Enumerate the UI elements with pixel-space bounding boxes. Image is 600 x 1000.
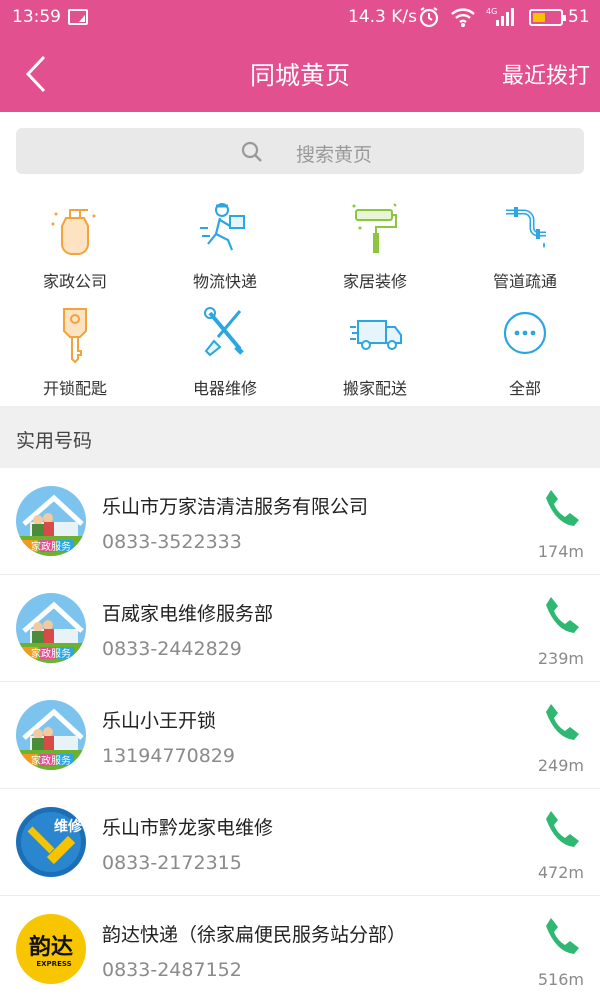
- listing-distance: 472m: [537, 863, 584, 882]
- category-label: 物流快递: [192, 272, 257, 291]
- listing-distance: 516m: [537, 970, 584, 989]
- status-time: 13:59: [12, 7, 61, 27]
- spray-bottle-icon: [51, 209, 96, 255]
- phone-call-icon[interactable]: [543, 595, 579, 635]
- avatar-text: 韵达: [29, 934, 73, 960]
- housekeeping-avatar: 家政服务: [16, 700, 86, 770]
- alarm-icon: [418, 6, 440, 33]
- courier-runner-icon: [200, 203, 245, 251]
- category-label: 搬家配送: [342, 379, 407, 398]
- listing-phone: 0833-2487152: [102, 959, 242, 981]
- housekeeping-avatar: 家政服务: [16, 593, 86, 663]
- network-type: 4G: [486, 7, 497, 16]
- signal-icon: 4G: [486, 5, 518, 34]
- search-icon: [240, 140, 264, 169]
- network-speed: 14.3 K/s: [348, 7, 417, 27]
- listing-distance: 239m: [537, 649, 584, 668]
- category-housekeeping[interactable]: 家政公司: [0, 192, 150, 299]
- listing-name: 乐山小王开锁: [102, 710, 217, 732]
- category-locksmith[interactable]: 开锁配匙: [0, 299, 150, 406]
- category-decoration[interactable]: 家居装修: [300, 192, 450, 299]
- search-placeholder: 搜索黄页: [296, 144, 373, 166]
- yunda-logo: 韵达 EXPRESS: [16, 914, 86, 984]
- top-bar: 13:59 14.3 K/s 4G 51 同城黄页 最近拨打: [0, 0, 600, 112]
- truck-icon: [350, 320, 402, 350]
- list-item[interactable]: 家政服务 百威家电维修服务部 0833-2442829 239m: [0, 575, 600, 682]
- battery-percent: 51: [568, 7, 590, 27]
- more-icon: [503, 311, 547, 355]
- list-item[interactable]: 韵达 EXPRESS 韵达快递（徐家扁便民服务站分部） 0833-2487152…: [0, 896, 600, 1000]
- image-notification-icon: [68, 9, 88, 25]
- section-title: 实用号码: [16, 430, 93, 452]
- listing-distance: 249m: [537, 756, 584, 775]
- nav-bar: 同城黄页 最近拨打: [0, 36, 600, 112]
- avatar-text: 家政服务: [31, 647, 71, 660]
- phone-call-icon[interactable]: [543, 702, 579, 742]
- tools-icon: [204, 307, 244, 357]
- status-bar: 13:59 14.3 K/s 4G 51: [0, 0, 600, 36]
- category-logistics[interactable]: 物流快递: [150, 192, 300, 299]
- list-item[interactable]: 维修 乐山市黔龙家电维修 0833-2172315 472m: [0, 789, 600, 896]
- phone-call-icon[interactable]: [543, 809, 579, 849]
- listing-name: 乐山市万家洁清洁服务有限公司: [102, 496, 369, 518]
- category-label: 家政公司: [42, 272, 107, 291]
- category-grid: 家政公司 物流快递 家居装修 管道疏通 开锁配匙 电器维修 搬家配送 全部: [0, 192, 600, 406]
- section-header: 实用号码: [0, 406, 600, 468]
- category-label: 全部: [508, 379, 541, 398]
- listing-name: 乐山市黔龙家电维修: [102, 817, 274, 839]
- listing-phone: 0833-2442829: [102, 638, 242, 660]
- category-label: 管道疏通: [492, 272, 557, 291]
- avatar-text: 家政服务: [31, 754, 71, 767]
- listing-name: 韵达快递（徐家扁便民服务站分部）: [102, 924, 407, 946]
- category-appliance-repair[interactable]: 电器维修: [150, 299, 300, 406]
- category-all[interactable]: 全部: [450, 299, 600, 406]
- listing-phone: 0833-3522333: [102, 531, 242, 553]
- battery-icon: [529, 9, 566, 26]
- key-icon: [63, 308, 87, 364]
- list-item[interactable]: 家政服务 乐山市万家洁清洁服务有限公司 0833-3522333 174m: [0, 468, 600, 575]
- repair-avatar: 维修: [16, 807, 86, 877]
- listing-phone: 13194770829: [102, 745, 235, 767]
- avatar-text: 家政服务: [31, 540, 71, 553]
- phone-call-icon[interactable]: [543, 916, 579, 956]
- listing-distance: 174m: [537, 542, 584, 561]
- pipe-icon: [506, 207, 546, 248]
- category-label: 电器维修: [192, 379, 257, 398]
- avatar-text: 维修: [54, 818, 83, 835]
- phone-call-icon[interactable]: [543, 488, 579, 528]
- search-input[interactable]: 搜索黄页: [16, 128, 584, 174]
- category-label: 家居装修: [342, 272, 407, 291]
- wifi-icon: [450, 6, 476, 33]
- listing-phone: 0833-2172315: [102, 852, 242, 874]
- category-moving[interactable]: 搬家配送: [300, 299, 450, 406]
- category-plumbing[interactable]: 管道疏通: [450, 192, 600, 299]
- housekeeping-avatar: 家政服务: [16, 486, 86, 556]
- recent-calls-button[interactable]: 最近拨打: [502, 58, 590, 90]
- avatar-subtext: EXPRESS: [36, 960, 71, 968]
- list-item[interactable]: 家政服务 乐山小王开锁 13194770829 249m: [0, 682, 600, 789]
- paint-roller-icon: [352, 203, 397, 253]
- category-label: 开锁配匙: [42, 379, 107, 398]
- listing-name: 百威家电维修服务部: [102, 603, 274, 625]
